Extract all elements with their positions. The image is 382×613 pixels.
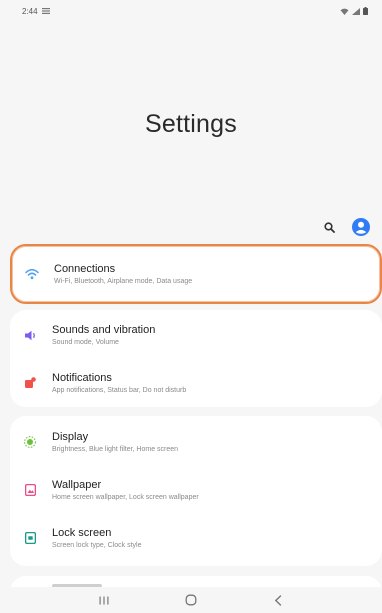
item-title: Notifications: [52, 372, 112, 384]
search-icon: [323, 221, 335, 233]
item-subtitle: App notifications, Status bar, Do not di…: [52, 387, 187, 394]
settings-item-display[interactable]: Display Brightness, Blue light filter, H…: [10, 418, 382, 466]
status-bar: 2:44: [0, 0, 382, 22]
volume-icon: [22, 327, 38, 343]
account-icon: [352, 218, 370, 236]
settings-group-sounds: Sounds and vibration Sound mode, Volume …: [10, 310, 382, 407]
recents-icon: [99, 596, 109, 604]
navigation-bar: [0, 587, 382, 613]
settings-item-notifications[interactable]: Notifications App notifications, Status …: [10, 359, 382, 407]
wifi-icon: [24, 266, 40, 282]
header-actions: [318, 216, 372, 238]
settings-screen: 2:44 Settings Connections Wi-Fi, Bluetoo…: [0, 0, 382, 613]
search-button[interactable]: [318, 216, 340, 238]
item-title: Lock screen: [52, 527, 112, 539]
header: Settings: [0, 110, 382, 139]
page-title: Settings: [145, 110, 237, 138]
settings-item-lock-screen[interactable]: Lock screen Screen lock type, Clock styl…: [10, 514, 382, 562]
settings-item-wallpaper[interactable]: Wallpaper Home screen wallpaper, Lock sc…: [10, 466, 382, 514]
item-title: Display: [52, 431, 89, 443]
settings-item-connections[interactable]: Connections Wi-Fi, Bluetooth, Airplane m…: [12, 246, 380, 302]
item-subtitle: Home screen wallpaper, Lock screen wallp…: [52, 494, 199, 501]
item-subtitle: Sound mode, Volume: [52, 339, 119, 346]
item-title: Wallpaper: [52, 479, 102, 491]
notifications-icon: [22, 375, 38, 391]
item-title: Sounds and vibration: [52, 324, 156, 336]
item-subtitle: Wi-Fi, Bluetooth, Airplane mode, Data us…: [54, 278, 193, 285]
home-icon: [185, 594, 197, 606]
settings-group-display: Display Brightness, Blue light filter, H…: [10, 416, 382, 566]
item-title: Connections: [54, 263, 116, 275]
wifi-status-icon: [340, 8, 349, 15]
battery-icon: [363, 7, 368, 15]
account-button[interactable]: [350, 216, 372, 238]
home-button[interactable]: [176, 589, 206, 611]
recents-button[interactable]: [89, 589, 119, 611]
settings-group-connections: Connections Wi-Fi, Bluetooth, Airplane m…: [10, 244, 382, 304]
item-subtitle: Screen lock type, Clock style: [52, 542, 142, 549]
status-time: 2:44: [22, 6, 38, 16]
lock-screen-icon: [22, 530, 38, 546]
display-icon: [22, 434, 38, 450]
settings-item-sounds-and-vibration[interactable]: Sounds and vibration Sound mode, Volume: [10, 311, 382, 359]
back-icon: [275, 594, 282, 606]
signal-icon: [352, 7, 360, 15]
notification-icon: [41, 8, 50, 14]
wallpaper-icon: [22, 482, 38, 498]
back-button[interactable]: [263, 589, 293, 611]
item-subtitle: Brightness, Blue light filter, Home scre…: [52, 446, 179, 453]
